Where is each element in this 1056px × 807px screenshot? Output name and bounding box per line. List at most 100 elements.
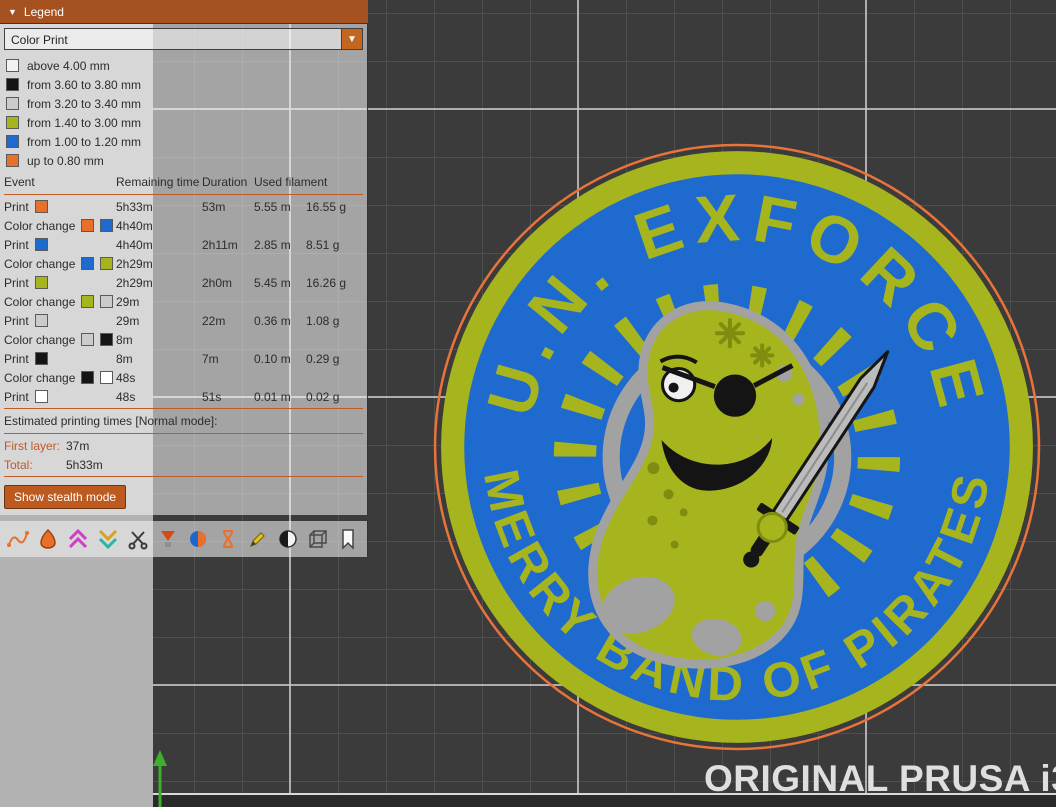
event-cell: Print bbox=[4, 352, 116, 366]
event-color-swatch bbox=[35, 314, 48, 327]
shells-icon[interactable] bbox=[275, 527, 300, 552]
event-row: Color change8m bbox=[4, 330, 363, 349]
event-filament_g: 16.26 g bbox=[306, 276, 363, 290]
event-remaining: 5h33m bbox=[116, 200, 202, 214]
event-cell: Print bbox=[4, 276, 116, 290]
event-color-swatch bbox=[81, 257, 94, 270]
legend-item: above 4.00 mm bbox=[4, 56, 363, 75]
event-color-swatch bbox=[81, 295, 94, 308]
event-duration: 2h11m bbox=[202, 238, 254, 252]
col-duration: Duration bbox=[202, 175, 254, 189]
legend-item-label: from 3.20 to 3.40 mm bbox=[27, 97, 141, 111]
legend-item: from 1.40 to 3.00 mm bbox=[4, 113, 363, 132]
view-type-select[interactable]: Color Print ▼ bbox=[4, 28, 363, 50]
event-color-swatch bbox=[81, 219, 94, 232]
pause-prints-icon[interactable] bbox=[215, 527, 240, 552]
marker-bookmark-icon[interactable] bbox=[335, 527, 360, 552]
event-color-swatch bbox=[35, 390, 48, 403]
bed-printer-label: ORIGINAL PRUSA i3 bbox=[704, 758, 1056, 800]
event-filament_m: 0.01 m bbox=[254, 390, 306, 404]
event-color-swatch bbox=[100, 219, 113, 232]
legend-item: from 3.60 to 3.80 mm bbox=[4, 75, 363, 94]
legend-item: from 1.00 to 1.20 mm bbox=[4, 132, 363, 151]
event-label: Color change bbox=[4, 257, 75, 271]
event-label: Color change bbox=[4, 371, 75, 385]
col-event: Event bbox=[4, 175, 116, 189]
estimate-value: 37m bbox=[66, 439, 89, 453]
legend-header[interactable]: ▼ Legend bbox=[0, 0, 368, 24]
separator bbox=[4, 476, 363, 477]
retractions-icon[interactable] bbox=[65, 527, 90, 552]
event-remaining: 2h29m bbox=[116, 257, 202, 271]
event-color-swatch bbox=[100, 371, 113, 384]
event-filament_g: 1.08 g bbox=[306, 314, 363, 328]
legend-color-swatch bbox=[6, 154, 19, 167]
event-remaining: 4h40m bbox=[116, 219, 202, 233]
event-cell: Color change bbox=[4, 371, 116, 385]
seams-icon[interactable] bbox=[125, 527, 150, 552]
legend-item-label: from 1.40 to 3.00 mm bbox=[27, 116, 141, 130]
legend-color-swatch bbox=[6, 59, 19, 72]
event-color-swatch bbox=[35, 200, 48, 213]
model-badge[interactable]: U.N. EXFORCE MERRY BAND OF PIRATES bbox=[430, 140, 1044, 754]
travel-moves-icon[interactable] bbox=[5, 527, 30, 552]
separator bbox=[4, 194, 363, 195]
event-color-swatch bbox=[81, 371, 94, 384]
event-filament_g: 0.02 g bbox=[306, 390, 363, 404]
estimate-row: First layer:37m bbox=[4, 436, 363, 455]
color-changes-icon[interactable] bbox=[185, 527, 210, 552]
event-color-swatch bbox=[35, 238, 48, 251]
event-label: Print bbox=[4, 352, 29, 366]
event-duration: 51s bbox=[202, 390, 254, 404]
event-remaining: 2h29m bbox=[116, 276, 202, 290]
events-table: Event Remaining time Duration Used filam… bbox=[4, 172, 363, 406]
event-cell: Print bbox=[4, 314, 116, 328]
event-label: Color change bbox=[4, 295, 75, 309]
event-row: Color change 2h29m bbox=[4, 254, 363, 273]
event-row: Print2h29m2h0m5.45 m16.26 g bbox=[4, 273, 363, 292]
event-row: Print5h33m53m5.55 m16.55 g bbox=[4, 197, 363, 216]
collapse-icon[interactable]: ▼ bbox=[8, 7, 17, 17]
event-filament_m: 0.10 m bbox=[254, 352, 306, 366]
filament-blob-icon[interactable] bbox=[35, 527, 60, 552]
legend-item-label: from 3.60 to 3.80 mm bbox=[27, 78, 141, 92]
legend-color-swatch bbox=[6, 116, 19, 129]
event-remaining: 48s bbox=[116, 390, 202, 404]
event-remaining: 48s bbox=[116, 371, 202, 385]
eye-patch bbox=[714, 375, 756, 417]
chevron-down-icon: ▼ bbox=[347, 34, 357, 45]
event-row: Color change 29m bbox=[4, 292, 363, 311]
event-row: Color change 48s bbox=[4, 368, 363, 387]
event-cell: Color change bbox=[4, 295, 116, 309]
event-cell: Color change bbox=[4, 333, 116, 347]
event-row: Print48s51s0.01 m0.02 g bbox=[4, 387, 363, 406]
legend-item-label: above 4.00 mm bbox=[27, 59, 110, 73]
event-duration: 7m bbox=[202, 352, 254, 366]
event-remaining: 29m bbox=[116, 295, 202, 309]
event-color-swatch bbox=[81, 333, 94, 346]
event-cell: Print bbox=[4, 238, 116, 252]
legend-item: from 3.20 to 3.40 mm bbox=[4, 94, 363, 113]
separator bbox=[4, 433, 363, 434]
event-duration: 53m bbox=[202, 200, 254, 214]
legend-item-label: up to 0.80 mm bbox=[27, 154, 104, 168]
event-cell: Color change bbox=[4, 219, 116, 233]
event-remaining: 4h40m bbox=[116, 238, 202, 252]
event-color-swatch bbox=[35, 352, 48, 365]
estimate-label: First layer: bbox=[4, 439, 66, 453]
legend-panel: ▼ Legend Color Print ▼ above 4.00 mm from… bbox=[0, 0, 368, 557]
dropdown-button[interactable]: ▼ bbox=[341, 29, 362, 49]
estimate-row: Total:5h33m bbox=[4, 455, 363, 474]
deretractions-icon[interactable] bbox=[95, 527, 120, 552]
legend-color-swatch bbox=[6, 97, 19, 110]
show-stealth-mode-button[interactable]: Show stealth mode bbox=[4, 485, 126, 509]
event-color-swatch bbox=[100, 295, 113, 308]
event-cell: Print bbox=[4, 390, 116, 404]
col-used-filament: Used filament bbox=[254, 175, 363, 189]
event-label: Color change bbox=[4, 333, 75, 347]
grid-cube-icon[interactable] bbox=[305, 527, 330, 552]
custom-gcode-icon[interactable] bbox=[245, 527, 270, 552]
axis-arrow-icon bbox=[151, 750, 169, 807]
tool-changes-icon[interactable] bbox=[155, 527, 180, 552]
event-label: Print bbox=[4, 200, 29, 214]
